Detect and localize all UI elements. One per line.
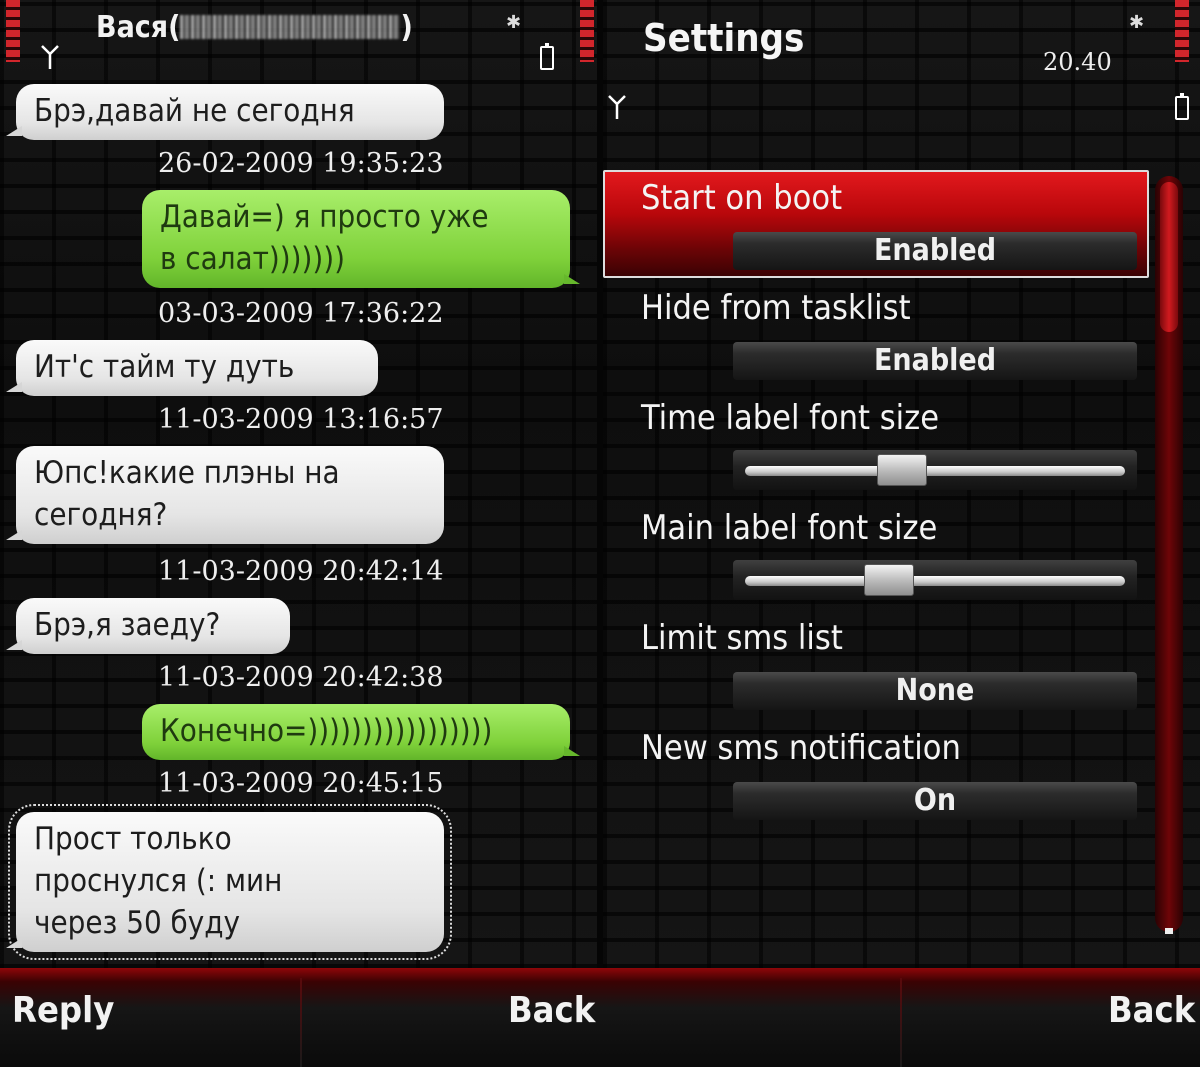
setting-label: Main label font size <box>641 508 938 548</box>
message-bubble[interactable]: Давай=) я просто уже в салат))))))) <box>142 190 580 288</box>
signal-strength-icon <box>6 0 20 62</box>
message-bubble[interactable]: Конечно=))))))))))))))))) <box>142 704 580 760</box>
battery-level-icon <box>580 0 594 62</box>
message-text: Брэ,я заеду? <box>34 607 221 643</box>
message-text: сегодня? <box>34 497 168 533</box>
scrollbar-thumb[interactable] <box>1160 182 1178 332</box>
conversation-screen: Вася() ✱ Брэ,давай не сегодня 26-02-2009… <box>0 0 597 968</box>
message-timestamp: 03-03-2009 17:36:22 <box>158 298 444 329</box>
main-label-font-size-slider[interactable] <box>733 560 1137 600</box>
antenna-icon <box>608 95 626 119</box>
message-text: Давай=) я просто уже <box>160 199 489 235</box>
message-bubble[interactable]: Юпс!какие плэны на сегодня? <box>6 446 444 544</box>
bluetooth-icon: ✱ <box>1129 12 1145 33</box>
setting-label: Time label font size <box>641 398 940 438</box>
setting-label: Hide from tasklist <box>641 288 911 328</box>
setting-value-start-on-boot[interactable]: Enabled <box>733 232 1137 270</box>
message-text: Ит'с тайм ту дуть <box>34 349 295 385</box>
message-text: Брэ,давай не сегодня <box>34 93 355 129</box>
setting-value-hide-from-tasklist[interactable]: Enabled <box>733 342 1137 380</box>
time-label-font-size-slider[interactable] <box>733 450 1137 490</box>
message-text: через 50 буду <box>34 905 241 941</box>
page-title: Settings <box>643 16 805 60</box>
redacted-phone-number <box>180 15 401 39</box>
message-timestamp: 26-02-2009 19:35:23 <box>158 148 444 179</box>
message-text: проснулся (: мин <box>34 863 283 899</box>
softkey-bar <box>0 968 1200 1067</box>
setting-label: Start on boot <box>641 178 843 218</box>
setting-value-limit-sms-list[interactable]: None <box>733 672 1137 710</box>
message-bubble-selected[interactable]: Прост только проснулся (: мин через 50 б… <box>6 804 452 960</box>
message-text: Прост только <box>34 821 232 857</box>
message-text: в салат))))))) <box>160 241 346 277</box>
setting-label: New sms notification <box>641 728 961 768</box>
message-bubble[interactable]: Ит'с тайм ту дуть <box>6 340 378 396</box>
antenna-icon <box>41 45 59 69</box>
battery-level-icon <box>1175 0 1189 62</box>
slider-track <box>745 466 1125 476</box>
message-text: Конечно=))))))))))))))))) <box>160 713 493 749</box>
slider-thumb[interactable] <box>863 564 914 596</box>
battery-icon <box>1175 93 1189 120</box>
setting-label: Limit sms list <box>641 618 843 658</box>
back-button-settings[interactable]: Back <box>1108 990 1195 1031</box>
slider-thumb[interactable] <box>877 454 927 486</box>
message-timestamp: 11-03-2009 20:45:15 <box>158 768 444 799</box>
softkey-divider <box>900 978 902 1067</box>
message-timestamp: 11-03-2009 13:16:57 <box>158 404 444 435</box>
slider-track <box>745 576 1125 586</box>
reply-button[interactable]: Reply <box>12 990 114 1031</box>
settings-screen: Settings ✱ 20.40 Start on boot Enabled H… <box>603 0 1200 968</box>
scrollbar-end-marker <box>1165 928 1173 934</box>
message-timestamp: 11-03-2009 20:42:38 <box>158 662 444 693</box>
clock: 20.40 <box>1043 48 1112 76</box>
message-text: Юпс!какие плэны на <box>34 455 340 491</box>
bluetooth-icon: ✱ <box>506 12 522 33</box>
message-timestamp: 11-03-2009 20:42:14 <box>158 556 444 587</box>
scrollbar[interactable] <box>1155 176 1183 934</box>
setting-value-new-sms-notification[interactable]: On <box>733 782 1137 820</box>
contact-name: Вася() <box>96 10 413 45</box>
message-bubble[interactable]: Брэ,я заеду? <box>6 598 290 654</box>
message-bubble[interactable]: Брэ,давай не сегодня <box>6 84 444 140</box>
softkey-divider <box>300 978 302 1067</box>
battery-icon <box>540 43 554 70</box>
back-button[interactable]: Back <box>508 990 595 1031</box>
